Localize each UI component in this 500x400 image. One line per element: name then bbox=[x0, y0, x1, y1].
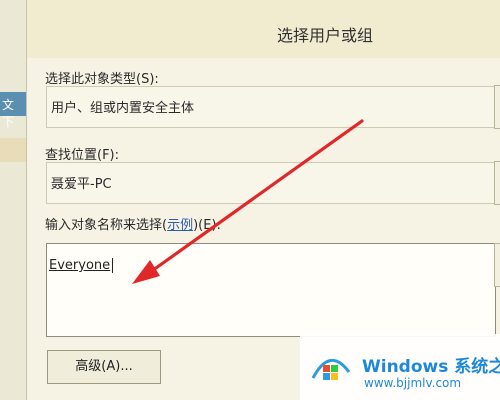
locations-button[interactable] bbox=[494, 161, 500, 205]
watermark-brand: Windows 系统之家 bbox=[362, 352, 500, 377]
enter-names-label-suffix: )(E): bbox=[193, 218, 221, 233]
enter-names-label: 输入对象名称来选择(示例)(E): bbox=[45, 214, 221, 233]
background-item-text: 文 下 bbox=[2, 98, 15, 129]
dialog-titlebar[interactable]: 选择用户或组 bbox=[27, 0, 500, 58]
watermark: Windows 系统之家 www.bjjmlv.com bbox=[300, 334, 500, 400]
object-type-value: 用户、组或内置安全主体 bbox=[51, 101, 195, 116]
enter-names-label-prefix: 输入对象名称来选择( bbox=[45, 218, 168, 233]
background-selected-item: 文 下 bbox=[0, 92, 26, 129]
location-value: 聂爱平-PC bbox=[51, 177, 112, 192]
object-types-button[interactable] bbox=[494, 85, 500, 129]
watermark-brand-cn: 系统之家 bbox=[454, 357, 500, 377]
examples-link[interactable]: 示例 bbox=[167, 218, 193, 233]
location-label: 查找位置(F): bbox=[45, 148, 120, 163]
windows-logo-icon bbox=[311, 359, 351, 380]
location-field: 聂爱平-PC bbox=[46, 162, 496, 204]
background-item bbox=[0, 138, 26, 162]
watermark-url: www.bjjmlv.com bbox=[364, 376, 462, 390]
background-app-strip: 文 下 bbox=[0, 0, 26, 400]
watermark-brand-en: Windows bbox=[362, 357, 449, 377]
advanced-button[interactable]: 高级(A)... bbox=[47, 350, 161, 384]
object-names-value: Everyone bbox=[49, 258, 114, 273]
dialog-title: 选择用户或组 bbox=[277, 26, 374, 45]
object-type-field: 用户、组或内置安全主体 bbox=[46, 86, 496, 128]
object-names-input[interactable]: Everyone bbox=[46, 243, 496, 337]
screen: 文 下 选择用户或组 选择此对象类型(S): 用户、组或内置安全主体 查找位置(… bbox=[0, 0, 500, 400]
check-names-button[interactable] bbox=[494, 243, 500, 287]
object-type-label: 选择此对象类型(S): bbox=[45, 72, 159, 87]
